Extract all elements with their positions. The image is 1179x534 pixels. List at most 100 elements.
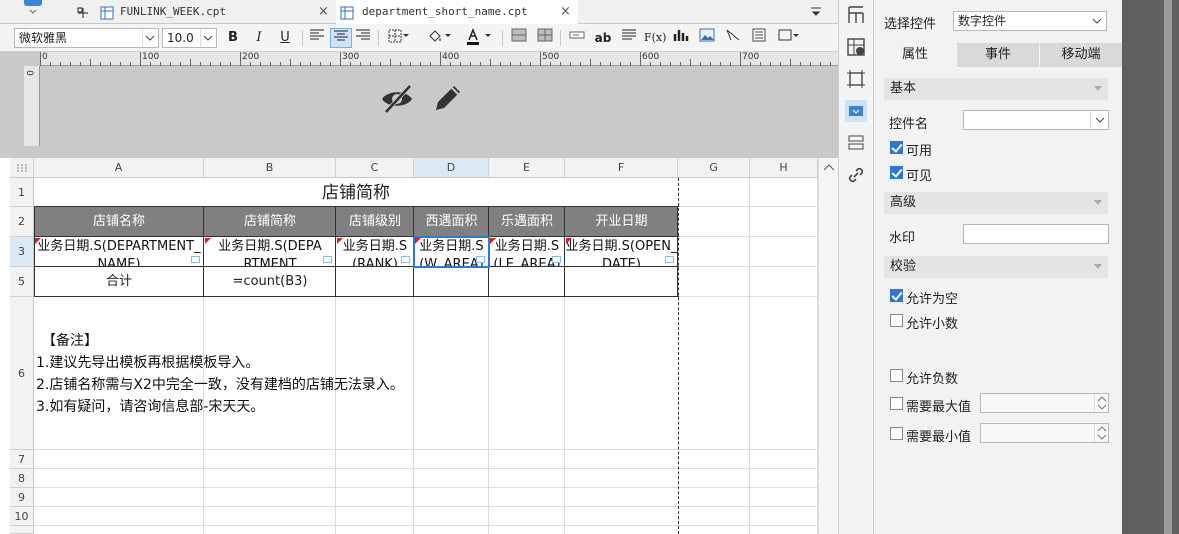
row-header-2[interactable]: 2	[10, 207, 34, 237]
widget-settings-icon[interactable]	[845, 100, 867, 122]
pencil-edit-icon[interactable]	[430, 82, 464, 116]
cell-attribute-icon[interactable]	[845, 4, 867, 26]
tab-list-dropdown-icon[interactable]	[808, 4, 824, 20]
vertical-scrollbar[interactable]	[818, 158, 838, 534]
float-element-icon[interactable]	[845, 68, 867, 90]
notes-cell[interactable]: 【备注】 1.建议先导出模板再根据模板导入。 2.店铺名称需与X2中完全一致，没…	[36, 330, 404, 418]
section-validate[interactable]: 校验	[884, 256, 1108, 278]
header-cell-w-area[interactable]: 西遇面积	[414, 207, 489, 237]
vertical-ruler: 0	[24, 66, 40, 146]
image-icon[interactable]	[696, 28, 718, 48]
paragraph-icon[interactable]	[618, 28, 640, 48]
col-header-c[interactable]: C	[336, 158, 414, 178]
chevron-down-icon[interactable]	[790, 28, 802, 48]
parameter-form-area[interactable]: 0 100 200 300 400 500 600 700 0	[0, 52, 838, 158]
scroll-up-icon[interactable]	[819, 161, 839, 175]
text-field-icon[interactable]	[566, 28, 588, 48]
header-cell-store-name[interactable]: 店铺名称	[34, 207, 204, 237]
col-header-b[interactable]: B	[204, 158, 336, 178]
report-grid[interactable]: A B C D E F G H 1 2 3 5 6 7 8 9 10 店铺简称 …	[10, 158, 818, 534]
spinner-arrows-icon[interactable]	[1094, 394, 1108, 412]
tab-mobile[interactable]: 移动端	[1040, 43, 1122, 67]
report-title-cell[interactable]: 店铺简称	[34, 178, 678, 207]
app-logo-icon[interactable]	[18, 0, 48, 20]
header-cell-open-date[interactable]: 开业日期	[565, 207, 678, 237]
need-min-checkbox[interactable]	[890, 427, 903, 440]
chevron-down-icon[interactable]	[442, 28, 454, 48]
col-header-e[interactable]: E	[489, 158, 565, 178]
visible-checkbox[interactable]	[890, 166, 903, 179]
control-name-input[interactable]	[963, 110, 1109, 130]
font-family-select[interactable]: 微软雅黑	[14, 28, 159, 48]
header-cell-store-rank[interactable]: 店铺级别	[336, 207, 414, 237]
header-cell-store-short[interactable]: 店铺简称	[204, 207, 336, 237]
row-header-1[interactable]: 1	[10, 178, 34, 207]
close-icon[interactable]: ×	[318, 0, 329, 24]
spinner-arrows-icon[interactable]	[1094, 424, 1108, 442]
underline-button[interactable]: U	[274, 28, 296, 48]
enabled-checkbox[interactable]	[890, 141, 903, 154]
bold-button[interactable]: B	[222, 28, 244, 48]
selected-cell-d3[interactable]	[413, 236, 490, 268]
allow-decimal-label: 允许小数	[906, 317, 959, 332]
max-value-stepper[interactable]	[980, 393, 1109, 413]
hide-eye-icon[interactable]	[380, 82, 414, 116]
sub-report-icon[interactable]	[748, 28, 770, 48]
control-type-select[interactable]: 数字控件	[953, 11, 1107, 31]
section-advanced[interactable]: 高级	[884, 192, 1108, 214]
data-cell-b3[interactable]: 业务日期.S(DEPARTMENT	[204, 237, 336, 267]
row-header-3[interactable]: 3	[10, 237, 34, 267]
data-cell-f3[interactable]: 业务日期.S(OPEN_DATE)	[565, 237, 678, 267]
font-color-icon[interactable]	[462, 27, 484, 48]
font-size-select[interactable]: 10.0	[162, 28, 217, 48]
row-header-6[interactable]: 6	[10, 297, 34, 450]
notes-title: 【备注】	[42, 333, 98, 349]
italic-button[interactable]: I	[248, 28, 270, 48]
header-cell-le-area[interactable]: 乐遇面积	[489, 207, 565, 237]
close-icon[interactable]: ×	[560, 0, 571, 24]
text-tool-button[interactable]: ab	[592, 28, 614, 48]
row-header-8[interactable]: 8	[10, 469, 34, 488]
tab-label: department_short_name.cpt	[362, 5, 528, 18]
row-header-5[interactable]: 5	[10, 267, 34, 297]
chevron-down-icon[interactable]	[400, 28, 412, 48]
col-header-a[interactable]: A	[34, 158, 204, 178]
link-icon[interactable]	[845, 164, 867, 186]
tab-properties[interactable]: 属性	[874, 43, 956, 67]
condition-attribute-icon[interactable]	[845, 36, 867, 58]
col-header-h[interactable]: H	[750, 158, 818, 178]
row-header-10[interactable]: 10	[10, 507, 34, 526]
bar-chart-icon[interactable]	[670, 28, 692, 48]
allow-empty-checkbox[interactable]	[890, 289, 903, 302]
unmerge-cells-icon[interactable]	[534, 28, 556, 48]
tab-events[interactable]: 事件	[957, 43, 1039, 67]
col-header-d[interactable]: D	[414, 158, 489, 178]
chevron-down-icon[interactable]	[482, 28, 494, 48]
align-left-button[interactable]	[306, 28, 328, 48]
align-center-button[interactable]	[330, 28, 352, 48]
tab-department-short-name[interactable]: department_short_name.cpt ×	[336, 0, 578, 24]
total-label-cell[interactable]: 合计	[34, 267, 204, 297]
allow-negative-checkbox[interactable]	[890, 369, 903, 382]
allow-empty-label: 允许为空	[906, 292, 959, 307]
hyperlink-list-icon[interactable]	[845, 132, 867, 154]
col-header-g[interactable]: G	[678, 158, 750, 178]
tab-funlink-week[interactable]: FUNLINK_WEEK.cpt ×	[70, 0, 336, 24]
col-header-f[interactable]: F	[565, 158, 678, 178]
min-value-stepper[interactable]	[980, 423, 1109, 443]
merge-cells-icon[interactable]	[508, 28, 530, 48]
need-max-checkbox[interactable]	[890, 397, 903, 410]
row-header-9[interactable]: 9	[10, 488, 34, 507]
watermark-input[interactable]	[963, 224, 1109, 244]
data-cell-a3[interactable]: 业务日期.S(DEPARTMENT_NAME)	[34, 237, 204, 267]
select-all-corner[interactable]	[10, 158, 34, 178]
count-formula-cell[interactable]: =count(B3)	[204, 267, 336, 297]
allow-decimal-checkbox[interactable]	[890, 314, 903, 327]
align-right-button[interactable]	[352, 28, 374, 48]
formula-button[interactable]: F(x)	[644, 28, 666, 48]
slash-line-icon[interactable]	[722, 28, 744, 48]
widget-marker-icon	[191, 256, 200, 263]
section-basic[interactable]: 基本	[884, 78, 1108, 100]
notes-line-1: 1.建议先导出模板再根据模板导入。	[36, 355, 260, 371]
row-header-7[interactable]: 7	[10, 450, 34, 469]
